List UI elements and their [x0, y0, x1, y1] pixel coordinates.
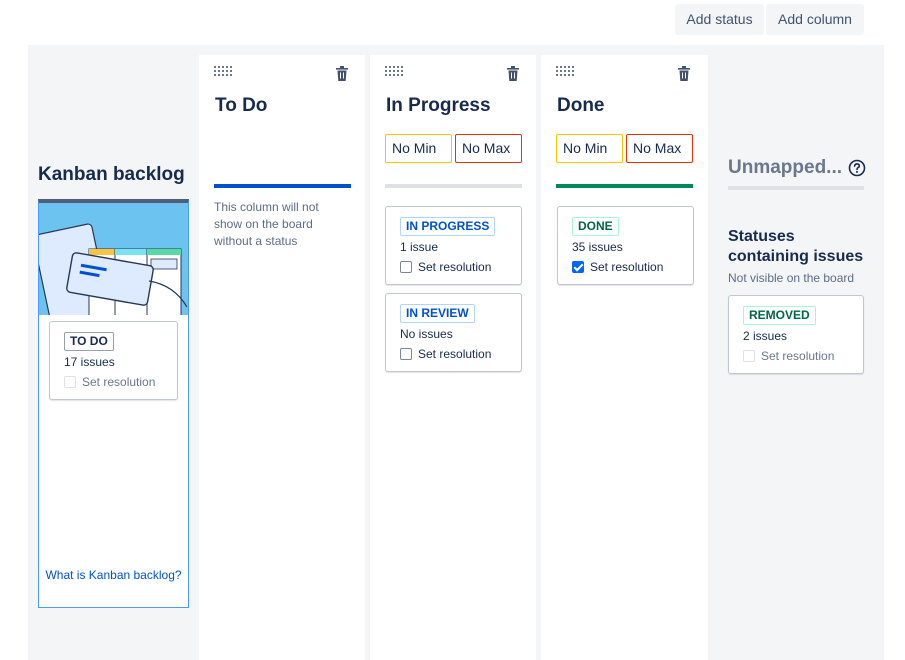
set-resolution-checkbox[interactable]: Set resolution — [64, 374, 155, 390]
set-resolution-label: Set resolution — [761, 349, 835, 363]
status-card-todo[interactable]: TO DO 17 issues Set resolution — [49, 321, 178, 400]
kanban-illustration-icon — [39, 203, 188, 315]
not-visible-note: Not visible on the board — [728, 271, 855, 285]
set-resolution-label: Set resolution — [82, 375, 156, 389]
column-done[interactable]: Done No Min No Max DONE 35 issues Set re… — [541, 55, 708, 660]
drag-handle-icon[interactable] — [385, 66, 405, 76]
issue-count: 2 issues — [743, 329, 788, 343]
issue-count: 1 issue — [400, 240, 439, 254]
set-resolution-label: Set resolution — [590, 260, 664, 274]
empty-column-note: This column will not show on the board w… — [214, 200, 319, 248]
column-title[interactable]: Done — [557, 95, 605, 117]
set-resolution-checkbox[interactable]: Set resolution — [743, 348, 834, 364]
column-to-do[interactable]: To Do This column will not show on the b… — [199, 55, 365, 660]
status-lozenge: REMOVED — [743, 306, 816, 325]
kanban-backlog-title: Kanban backlog — [38, 164, 185, 185]
drag-handle-icon[interactable] — [214, 66, 234, 76]
checkbox-icon[interactable] — [400, 348, 412, 360]
kanban-backlog-column[interactable]: TO DO 17 issues Set resolution What is K… — [38, 199, 189, 608]
trash-icon[interactable] — [678, 66, 690, 81]
trash-icon[interactable] — [507, 66, 519, 81]
column-title[interactable]: To Do — [215, 95, 267, 117]
column-title[interactable]: In Progress — [386, 95, 491, 117]
unmapped-column-title: Unmapped... — [728, 157, 843, 178]
status-lozenge: TO DO — [64, 332, 114, 351]
drag-handle-icon[interactable] — [556, 66, 576, 76]
column-in-progress[interactable]: In Progress No Min No Max IN PROGRESS 1 … — [370, 55, 536, 660]
issue-count: 35 issues — [572, 240, 623, 254]
checkbox-icon[interactable] — [64, 376, 76, 388]
add-status-button[interactable]: Add status — [675, 4, 764, 35]
checkbox-icon[interactable] — [400, 261, 412, 273]
status-lozenge: IN REVIEW — [400, 304, 475, 323]
column-max-input[interactable]: No Max — [455, 134, 522, 163]
unmapped-color-bar — [728, 186, 864, 190]
status-card-in-progress[interactable]: IN PROGRESS 1 issue Set resolution — [385, 206, 522, 285]
set-resolution-checkbox[interactable]: Set resolution — [572, 259, 663, 275]
column-color-bar — [556, 184, 693, 188]
statuses-containing-issues-heading: Statuses containing issues — [728, 228, 864, 265]
checkbox-icon[interactable] — [572, 261, 584, 273]
set-resolution-checkbox[interactable]: Set resolution — [400, 346, 491, 362]
column-color-bar — [214, 184, 351, 188]
column-min-input[interactable]: No Min — [385, 134, 452, 163]
status-lozenge: IN PROGRESS — [400, 217, 496, 236]
set-resolution-checkbox[interactable]: Set resolution — [400, 259, 491, 275]
set-resolution-label: Set resolution — [418, 260, 492, 274]
issue-count: 17 issues — [64, 355, 115, 369]
help-icon[interactable] — [848, 159, 866, 177]
column-max-input[interactable]: No Max — [626, 134, 693, 163]
what-is-kanban-backlog-link[interactable]: What is Kanban backlog? — [39, 567, 188, 584]
status-card-removed[interactable]: REMOVED 2 issues Set resolution — [728, 295, 864, 374]
column-min-input[interactable]: No Min — [556, 134, 623, 163]
issue-count: No issues — [400, 327, 453, 341]
trash-icon[interactable] — [336, 66, 348, 81]
status-card-in-review[interactable]: IN REVIEW No issues Set resolution — [385, 293, 522, 372]
checkbox-icon[interactable] — [743, 350, 755, 362]
status-card-done[interactable]: DONE 35 issues Set resolution — [557, 206, 694, 285]
set-resolution-label: Set resolution — [418, 347, 492, 361]
add-column-button[interactable]: Add column — [766, 4, 864, 35]
status-lozenge: DONE — [572, 217, 619, 236]
column-color-bar — [385, 184, 522, 188]
